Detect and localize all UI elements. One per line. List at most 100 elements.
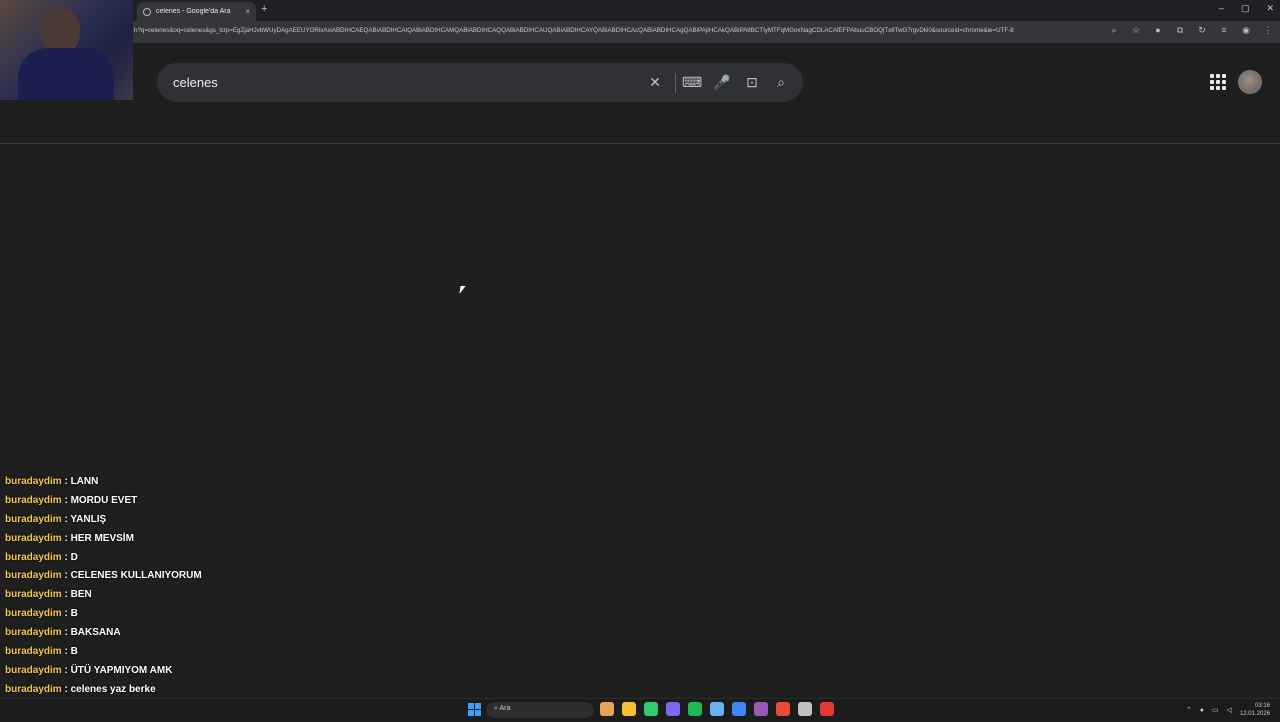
tray-chevron-icon[interactable]: ⌃ xyxy=(1186,706,1192,714)
tab-active[interactable]: celenes - Google'da Ara × xyxy=(137,2,256,21)
chat-message: buradaydim : BAKSANA xyxy=(5,627,405,646)
globe-icon xyxy=(143,7,151,16)
taskbar-app-icon[interactable] xyxy=(732,702,746,716)
bookmark-star-icon[interactable]: ☆ xyxy=(1130,25,1142,36)
zoom-icon[interactable]: ⌕ xyxy=(1108,25,1120,36)
chat-message: buradaydim : ÜTÜ YAPMIYOM AMK xyxy=(5,665,405,684)
chat-username: buradaydim xyxy=(5,627,62,639)
chat-message: buradaydim : YANLIŞ xyxy=(5,514,405,533)
search-input[interactable]: celenes xyxy=(173,75,218,90)
chat-separator: : xyxy=(61,476,71,487)
taskbar-app-icon[interactable] xyxy=(688,702,702,716)
chat-text: LANN xyxy=(70,476,99,487)
close-window-button[interactable]: ✕ xyxy=(1266,3,1274,14)
taskbar-app-icon[interactable] xyxy=(710,702,724,716)
tray-volume-icon[interactable]: ◁ xyxy=(1227,706,1232,714)
clear-icon[interactable]: ✕ xyxy=(645,72,665,92)
address-bar: h?q=celenes&oq=celenes&gs_lcrp=EgZjaHJvb… xyxy=(0,21,1280,43)
browser-tab-strip: celenes - Google'da Ara × + – ▢ ✕ xyxy=(0,0,1280,21)
chat-username: buradaydim xyxy=(5,683,62,695)
google-apps-icon[interactable] xyxy=(1208,72,1226,90)
chat-message: buradaydim : HER MEVSİM xyxy=(5,533,405,552)
clock-date: 12.01.2026 xyxy=(1239,711,1270,717)
chat-username: buradaydim xyxy=(5,513,62,525)
chat-text: YANLIŞ xyxy=(70,513,107,525)
clock-time: 03:16 xyxy=(1254,703,1270,709)
chat-username: buradaydim xyxy=(5,608,62,620)
taskbar-app-icon[interactable] xyxy=(820,702,834,716)
taskbar-app-icon[interactable] xyxy=(776,702,790,716)
history-icon[interactable]: ↻ xyxy=(1196,25,1208,36)
chat-separator: : xyxy=(61,532,71,544)
tab-title: celenes - Google'da Ara xyxy=(156,8,231,15)
chat-username: buradaydim xyxy=(5,551,62,563)
chat-username: buradaydim xyxy=(5,476,62,487)
chat-text: MORDU EVET xyxy=(70,494,138,506)
chat-message: buradaydim : LANN xyxy=(5,476,405,495)
taskbar-app-icon[interactable] xyxy=(666,702,680,716)
tray-network-icon[interactable]: ▭ xyxy=(1212,706,1219,714)
search-divider xyxy=(675,73,676,93)
chat-message: buradaydim : BEN xyxy=(5,589,405,608)
chat-separator: : xyxy=(61,664,71,676)
windows-start-icon[interactable] xyxy=(468,703,481,716)
taskbar-search[interactable]: ⌕ Ara xyxy=(486,702,594,718)
mouse-cursor-icon xyxy=(459,286,466,294)
chat-text: B xyxy=(70,608,78,620)
webcam-overlay xyxy=(0,0,133,100)
extensions-puzzle-icon[interactable]: ⧉ xyxy=(1174,25,1186,36)
menu-icon[interactable]: ⋮ xyxy=(1262,25,1274,36)
chat-text: BAKSANA xyxy=(70,627,121,639)
chat-username: buradaydim xyxy=(5,589,62,601)
chat-text: B xyxy=(70,646,78,658)
minimize-button[interactable]: – xyxy=(1219,3,1224,14)
chat-separator: : xyxy=(61,627,71,639)
chat-message: buradaydim : MORDU EVET xyxy=(5,495,405,514)
media-icon[interactable]: ≡ xyxy=(1218,25,1230,36)
taskbar: ⌕ Ara ⌃ ● ▭ ◁ 03:16 12.01.2026 xyxy=(0,698,1280,720)
keyboard-icon[interactable]: ⌨ xyxy=(682,72,702,92)
chat-username: buradaydim xyxy=(5,646,62,658)
window-controls: – ▢ ✕ xyxy=(1219,3,1274,14)
search-icon[interactable]: ⌕ xyxy=(771,72,791,92)
webcam-person-body xyxy=(18,48,114,100)
chat-text: CELENES KULLANIYORUM xyxy=(70,570,202,582)
close-tab-icon[interactable]: × xyxy=(245,7,250,16)
header-divider xyxy=(0,143,1280,144)
chat-separator: : xyxy=(61,551,71,563)
taskbar-app-icon[interactable] xyxy=(644,702,658,716)
chat-message: buradaydim : B xyxy=(5,646,405,665)
lens-icon[interactable]: ⊡ xyxy=(742,72,762,92)
chat-text: HER MEVSİM xyxy=(70,532,134,544)
chat-message: buradaydim : D xyxy=(5,552,405,571)
chat-text: ÜTÜ YAPMIYOM AMK xyxy=(70,664,173,676)
address-bar-actions: ⌕ ☆ ● ⧉ ↻ ≡ ◉ ⋮ xyxy=(1108,25,1274,36)
chat-separator: : xyxy=(61,589,71,601)
tray-mic-icon[interactable]: ● xyxy=(1200,707,1204,714)
chat-separator: : xyxy=(61,494,71,506)
chat-message: buradaydim : CELENES KULLANIYORUM xyxy=(5,570,405,589)
chat-separator: : xyxy=(61,683,71,695)
taskbar-app-icon[interactable] xyxy=(600,702,614,716)
taskbar-app-icon[interactable] xyxy=(754,702,768,716)
taskbar-app-icon[interactable] xyxy=(798,702,812,716)
profile-icon[interactable]: ◉ xyxy=(1240,25,1252,36)
taskbar-apps xyxy=(600,702,834,716)
restore-button[interactable]: ▢ xyxy=(1241,3,1250,14)
chat-message: buradaydim : B xyxy=(5,608,405,627)
chat-username: buradaydim xyxy=(5,494,62,506)
taskbar-app-icon[interactable] xyxy=(622,702,636,716)
chat-text: D xyxy=(70,551,78,563)
mic-icon[interactable]: 🎤 xyxy=(712,72,732,92)
extension-icon[interactable]: ● xyxy=(1152,25,1164,36)
new-tab-button[interactable]: + xyxy=(261,3,267,15)
chat-text: celenes yaz berke xyxy=(70,683,156,695)
clock[interactable]: 03:16 12.01.2026 xyxy=(1240,702,1270,718)
chat-overlay: buradaydim : LANN buradaydim : MORDU EVET… xyxy=(5,476,405,722)
taskbar-search-label: Ara xyxy=(499,705,511,712)
account-avatar[interactable] xyxy=(1238,70,1262,94)
chat-separator: : xyxy=(61,608,71,620)
search-box[interactable]: celenes ✕ ⌨ 🎤 ⊡ ⌕ xyxy=(157,63,803,102)
chat-username: buradaydim xyxy=(5,570,62,582)
url-field[interactable]: h?q=celenes&oq=celenes&gs_lcrp=EgZjaHJvb… xyxy=(134,27,1094,34)
